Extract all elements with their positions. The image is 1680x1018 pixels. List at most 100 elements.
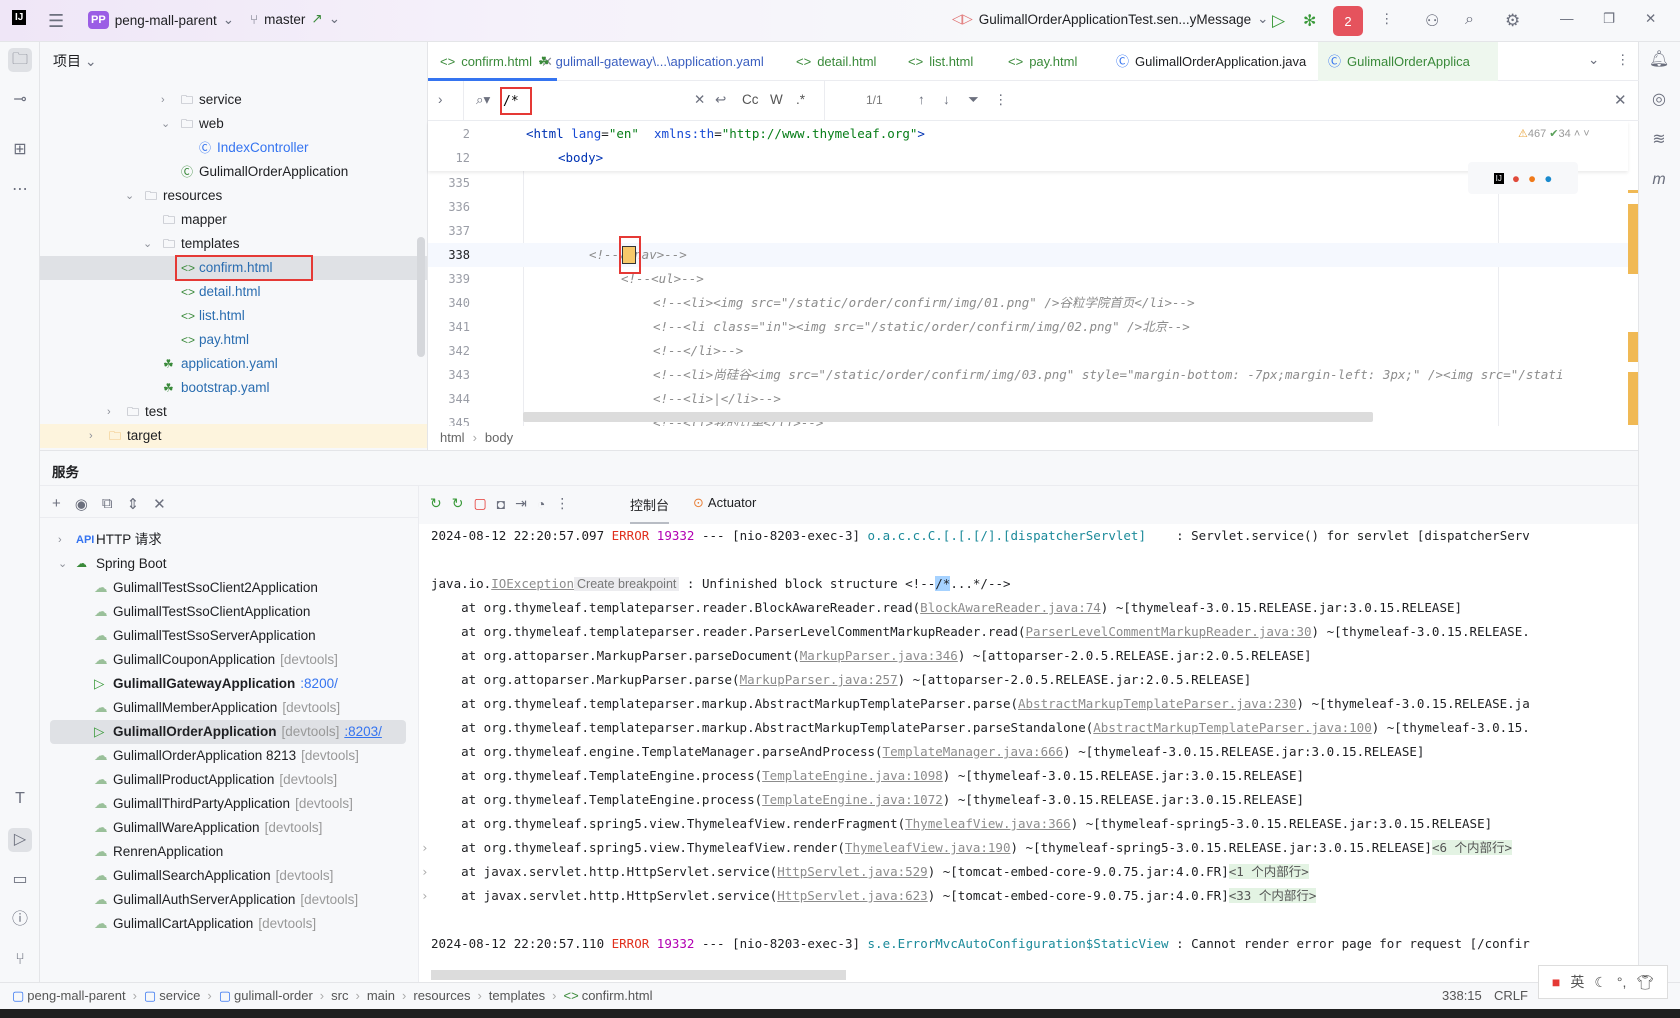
project-tree-item[interactable]: Ⓒ IndexController: [40, 136, 427, 160]
source-link[interactable]: TemplateManager.java:666: [883, 744, 1064, 759]
inspection-widget[interactable]: ⚠467 ✔34 ˄ ˅: [1518, 127, 1590, 140]
status-path-item[interactable]: confirm.html: [582, 988, 653, 1003]
find-input[interactable]: [503, 89, 723, 113]
editor-tab[interactable]: Ⓒ GulimallOrderApplication.java: [1116, 42, 1306, 81]
branch-selector[interactable]: ⑂ master ↗ ⌄: [250, 11, 340, 27]
run-icon[interactable]: ▷: [1272, 11, 1285, 31]
project-tree-item[interactable]: Ⓒ GulimallOrderApplication: [40, 160, 427, 184]
status-path-item[interactable]: gulimall-order: [234, 988, 313, 1003]
project-panel-title[interactable]: 项目 ⌄: [53, 51, 97, 71]
code-line[interactable]: 341 <!--<li class="in"><img src="/static/…: [428, 315, 1628, 339]
source-link[interactable]: AbstractMarkupTemplateParser.java:230: [1018, 696, 1296, 711]
source-link[interactable]: TemplateEngine.java:1098: [762, 768, 943, 783]
newline-icon[interactable]: ↩: [715, 92, 726, 108]
service-item[interactable]: ☁ GulimallThirdPartyApplication [devtools]: [50, 792, 406, 816]
service-item[interactable]: ☁ RenrenApplication: [50, 840, 406, 864]
service-item[interactable]: ☁ GulimallAuthServerApplication [devtools]: [50, 888, 406, 912]
chevron-down-icon[interactable]: ⌄: [125, 184, 134, 208]
console-horizontal-scrollbar[interactable]: [431, 970, 846, 980]
project-tree-item[interactable]: <> detail.html: [40, 280, 427, 304]
main-menu-icon[interactable]: ☰: [48, 11, 64, 32]
code-line[interactable]: 340 <!--<li><img src="/static/order/confi…: [428, 291, 1628, 315]
build-icon[interactable]: T: [8, 787, 32, 811]
stop-button[interactable]: 2: [1333, 6, 1363, 36]
source-link[interactable]: BlockAwareReader.java:74: [920, 600, 1101, 615]
folded-lines[interactable]: <1 个内部行>: [1228, 864, 1309, 879]
source-link[interactable]: MarkupParser.java:346: [800, 648, 958, 663]
add-user-icon[interactable]: ⚇: [1425, 11, 1439, 31]
screenshot-icon[interactable]: ◘: [497, 496, 505, 512]
project-tree-item[interactable]: › 🗀 target: [40, 424, 427, 448]
code-line[interactable]: 342 <!--</li>-->: [428, 339, 1628, 363]
project-tree-item[interactable]: › 🗀 test: [40, 400, 427, 424]
tabs-overflow-icon[interactable]: ⌄: [1588, 52, 1599, 68]
service-item[interactable]: ⌄ ☁ Spring Boot: [50, 552, 406, 576]
editor-tab[interactable]: Ⓒ GulimallOrderApplica: [1318, 42, 1498, 81]
service-item[interactable]: ☁ GulimallTestSsoServerApplication: [50, 624, 406, 648]
tabs-more-icon[interactable]: ⋮: [1616, 52, 1630, 68]
service-item[interactable]: ☁ GulimallOrderApplication 8213 [devtools]: [50, 744, 406, 768]
previous-match-icon[interactable]: ↑: [918, 92, 925, 107]
close-find-icon[interactable]: ✕: [1614, 91, 1627, 109]
service-item[interactable]: ▷ GulimallGatewayApplication:8200/: [50, 672, 406, 696]
stop-icon[interactable]: ▢: [473, 495, 486, 512]
filter-icon[interactable]: ⏷: [968, 92, 979, 108]
service-item[interactable]: ▷ GulimallOrderApplication [devtools]:8203…: [50, 720, 406, 744]
console-tab[interactable]: ⊙ Actuator: [693, 495, 756, 525]
source-link[interactable]: HttpServlet.java:529: [777, 864, 928, 879]
search-history-icon[interactable]: ⌕▾: [476, 92, 490, 108]
search-icon[interactable]: ⌕: [1465, 11, 1474, 29]
chevron-right-icon[interactable]: ›: [107, 400, 111, 424]
rerun-debug-icon[interactable]: ↻: [452, 495, 464, 512]
code-line[interactable]: 337: [428, 219, 1628, 243]
commit-icon[interactable]: ⊸: [8, 88, 32, 112]
chevron-right-icon[interactable]: ›: [58, 528, 62, 552]
source-link[interactable]: ThymeleafView.java:366: [905, 816, 1071, 831]
expand-replace-icon[interactable]: ›: [438, 92, 443, 107]
project-tree-item[interactable]: › 🗀 service: [40, 88, 427, 112]
service-item[interactable]: ☁ GulimallCartApplication [devtools]: [50, 912, 406, 936]
sticky-line[interactable]: 2 <html lang="en" xmlns:th="http://www.th…: [428, 122, 1528, 146]
find-more-icon[interactable]: ⋮: [994, 92, 1008, 108]
status-path-item[interactable]: resources: [413, 988, 470, 1003]
clear-search-icon[interactable]: ✕: [694, 92, 705, 108]
editor-tab[interactable]: ☘ gulimall-gateway\...\application.yaml: [538, 42, 764, 81]
settings-icon[interactable]: ⚙: [1505, 11, 1520, 31]
minimize-icon[interactable]: —: [1560, 11, 1574, 26]
fold-chevron-icon[interactable]: ›: [421, 884, 429, 908]
console-more-icon[interactable]: ⋮: [555, 495, 569, 512]
chrome-icon[interactable]: ●: [1512, 171, 1520, 186]
code-line[interactable]: 344 <!--<li>|</li>-->: [428, 387, 1628, 411]
code-line[interactable]: 339 <!--<ul>-->: [428, 267, 1628, 291]
restore-icon[interactable]: ❐: [1603, 11, 1615, 27]
whole-words-toggle[interactable]: W: [770, 92, 783, 107]
project-tree-item[interactable]: <> pay.html: [40, 328, 427, 352]
editor-tab[interactable]: <> confirm.html ✕: [428, 42, 557, 81]
project-tree-item[interactable]: <> confirm.html: [40, 255, 427, 281]
project-tree-item[interactable]: ☘ application.yaml: [40, 352, 427, 376]
notifications-icon[interactable]: 🔔︎: [1647, 48, 1671, 72]
terminal-icon[interactable]: ▭: [8, 868, 32, 892]
project-selector[interactable]: PP peng-mall-parent ⌄: [88, 11, 234, 29]
editor-tab[interactable]: <> list.html: [908, 42, 973, 81]
more-tools-icon[interactable]: ⋯: [8, 178, 32, 202]
exit-icon[interactable]: ⇥: [515, 495, 527, 512]
source-link[interactable]: ThymeleafView.java:190: [845, 840, 1011, 855]
status-path-item[interactable]: service: [159, 988, 200, 1003]
intellij-browser-icon[interactable]: IJ: [1493, 172, 1504, 184]
source-link[interactable]: MarkupParser.java:257: [740, 672, 898, 687]
chevron-down-icon[interactable]: ⌄: [161, 112, 170, 136]
source-link[interactable]: ParserLevelCommentMarkupReader.java:30: [1026, 624, 1312, 639]
expand-all-icon[interactable]: ⇕: [127, 495, 140, 513]
status-path-item[interactable]: src: [331, 988, 348, 1003]
debug-icon[interactable]: ✻: [1303, 11, 1316, 31]
edge-icon[interactable]: ●: [1544, 171, 1552, 186]
source-link[interactable]: IOException: [491, 576, 574, 591]
chevron-down-icon[interactable]: ⌄: [58, 552, 67, 576]
ime-mode[interactable]: 英: [1570, 972, 1584, 992]
database-icon[interactable]: ≋: [1647, 128, 1671, 152]
structure-icon[interactable]: ⊞: [8, 138, 32, 162]
status-path-item[interactable]: main: [367, 988, 395, 1003]
breadcrumb-item[interactable]: html: [440, 430, 465, 445]
source-link[interactable]: HttpServlet.java:623: [777, 888, 928, 903]
